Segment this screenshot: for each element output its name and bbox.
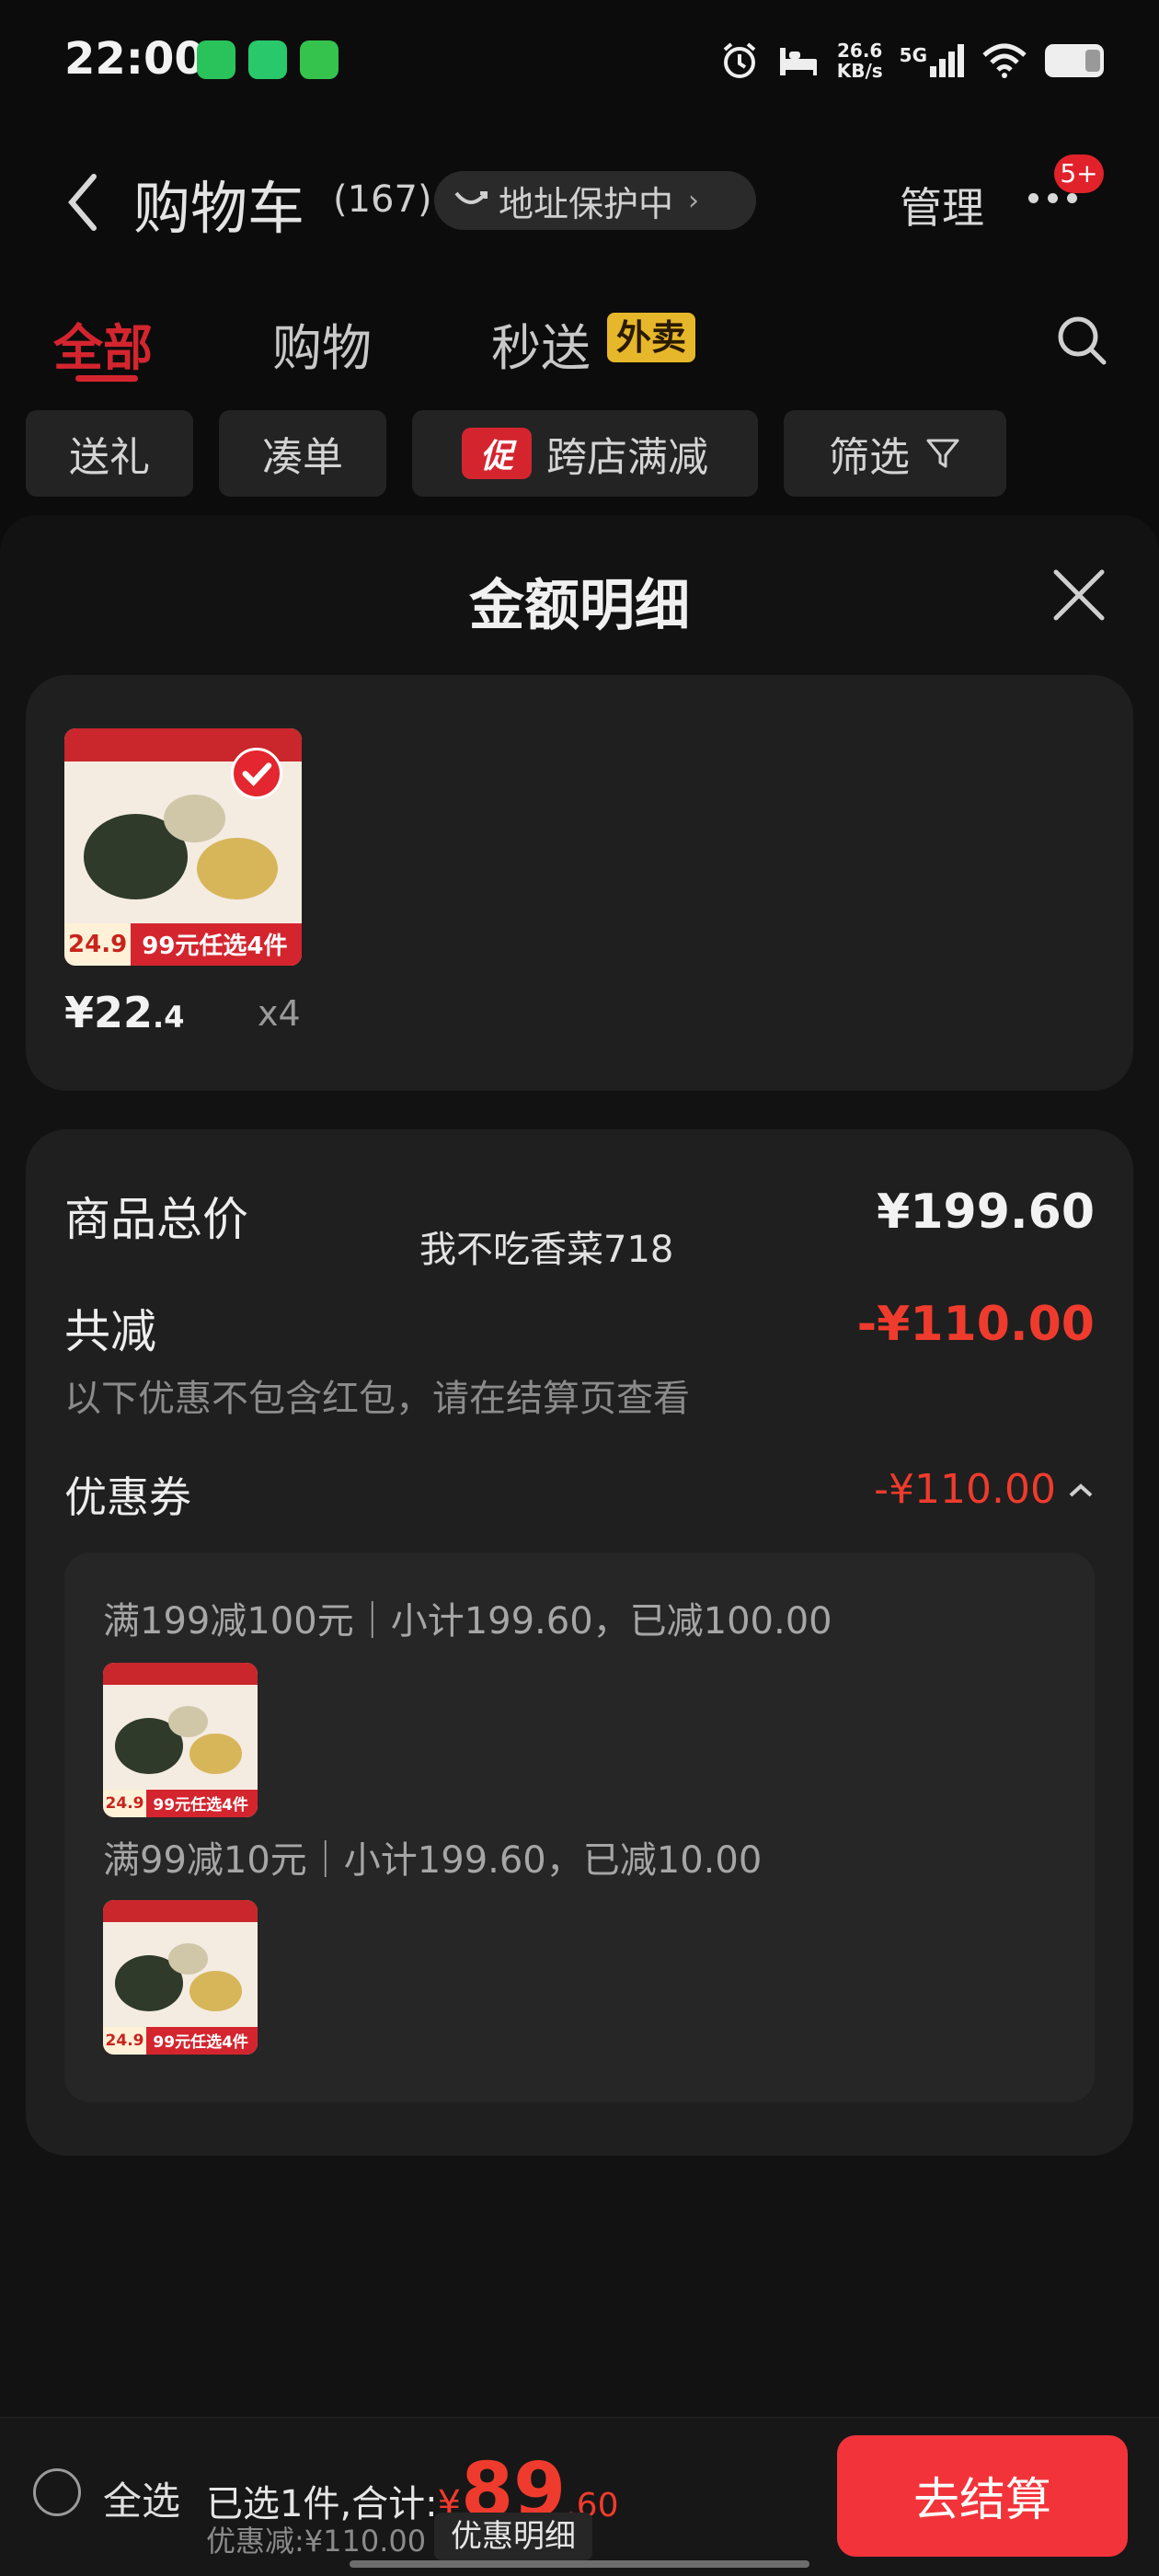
- user-watermark: 我不吃香菜718: [419, 1229, 674, 1271]
- discount-value: -¥110.00: [856, 1297, 1095, 1352]
- chip-label: 送礼: [69, 434, 150, 481]
- discount-hint: 以下优惠不包含红包，请在结算页查看: [64, 1378, 690, 1420]
- chevron-right-icon: ›: [688, 184, 700, 217]
- product-thumbnail[interactable]: 99元任选4件 24.9: [64, 728, 302, 966]
- more-menu-icon[interactable]: [1028, 193, 1077, 203]
- coupon-value: -¥110.00: [874, 1466, 1056, 1513]
- waimai-tag: 外卖: [607, 313, 696, 362]
- address-protection-label: 地址保护中: [499, 183, 674, 224]
- cart-count: (167): [333, 178, 432, 221]
- smile-icon: [454, 191, 488, 204]
- tab-all[interactable]: 全部: [53, 307, 153, 380]
- filter-chip-gift[interactable]: 送礼: [26, 410, 193, 497]
- coupon-rule-2: 满99减10元｜小计199.60，已减10.00: [103, 1839, 763, 1882]
- select-all-radio[interactable]: [33, 2468, 81, 2516]
- status-right: 26.6 KB/s 5G: [719, 35, 1104, 86]
- tab-active-indicator: [75, 375, 138, 382]
- item-price: ¥22.4: [64, 988, 185, 1037]
- close-icon[interactable]: [1050, 567, 1107, 624]
- total-price-label: 商品总价: [64, 1193, 248, 1246]
- address-protection-pill[interactable]: 地址保护中 ›: [434, 171, 756, 230]
- page-title: 购物车: [133, 175, 305, 242]
- filter-chip-filter[interactable]: 筛选: [784, 410, 1006, 497]
- promo-tag: 促: [462, 428, 532, 479]
- chevron-up-icon: [1069, 1483, 1093, 1496]
- chip-label: 筛选: [829, 434, 910, 481]
- net-speed: 26.6 KB/s: [836, 40, 883, 82]
- item-quantity: x4: [258, 993, 301, 1034]
- chip-label: 凑单: [262, 434, 343, 481]
- coupon-label: 优惠券: [64, 1472, 191, 1522]
- filter-chip-bundle[interactable]: 凑单: [219, 410, 386, 497]
- discount-summary: 优惠减:¥110.00: [206, 2524, 427, 2559]
- sheet-title: 金额明细: [469, 574, 690, 638]
- thumb-price: 24.9: [103, 1789, 147, 1817]
- chat-icon: [300, 40, 339, 79]
- wifi-icon: [982, 43, 1027, 78]
- search-icon[interactable]: [1054, 313, 1109, 368]
- alarm-icon: [723, 42, 756, 78]
- thumb-price: 24.9: [103, 2026, 147, 2055]
- back-arrow-icon[interactable]: [64, 173, 101, 232]
- manage-button[interactable]: 管理: [900, 175, 984, 235]
- app-icon: [248, 40, 287, 79]
- thumb-price: 24.9: [64, 922, 132, 966]
- select-all-label[interactable]: 全选: [103, 2470, 180, 2526]
- check-icon: [230, 747, 283, 800]
- checkout-button[interactable]: 去结算: [837, 2435, 1128, 2557]
- discount-detail-button[interactable]: 优惠明细: [434, 2513, 592, 2560]
- coupon-product-thumbnail: 99元任选4件 24.9: [103, 1663, 258, 1817]
- coupon-rule-1: 满199减100元｜小计199.60，已减100.00: [103, 1600, 832, 1643]
- battery-icon: [1045, 44, 1104, 77]
- tab-shopping[interactable]: 购物: [272, 307, 372, 380]
- message-badge: 5+: [1054, 155, 1104, 193]
- discount-label: 共减: [64, 1305, 156, 1358]
- coupon-toggle[interactable]: -¥110.00: [874, 1466, 1095, 1513]
- signal-icon: 5G: [900, 44, 964, 77]
- tab-instant-delivery[interactable]: 秒送: [491, 307, 591, 380]
- chip-label: 跨店满减: [546, 434, 708, 481]
- total-price-value: ¥199.60: [877, 1185, 1095, 1240]
- wechat-icon: [197, 40, 235, 79]
- sleep-icon: [779, 48, 817, 75]
- home-indicator[interactable]: [350, 2560, 809, 2568]
- filter-chip-cross-store[interactable]: 促 跨店满减: [412, 410, 758, 497]
- coupon-product-thumbnail: 99元任选4件 24.9: [103, 1900, 258, 2055]
- funnel-icon: [926, 439, 959, 468]
- status-time: 22:00: [64, 33, 205, 85]
